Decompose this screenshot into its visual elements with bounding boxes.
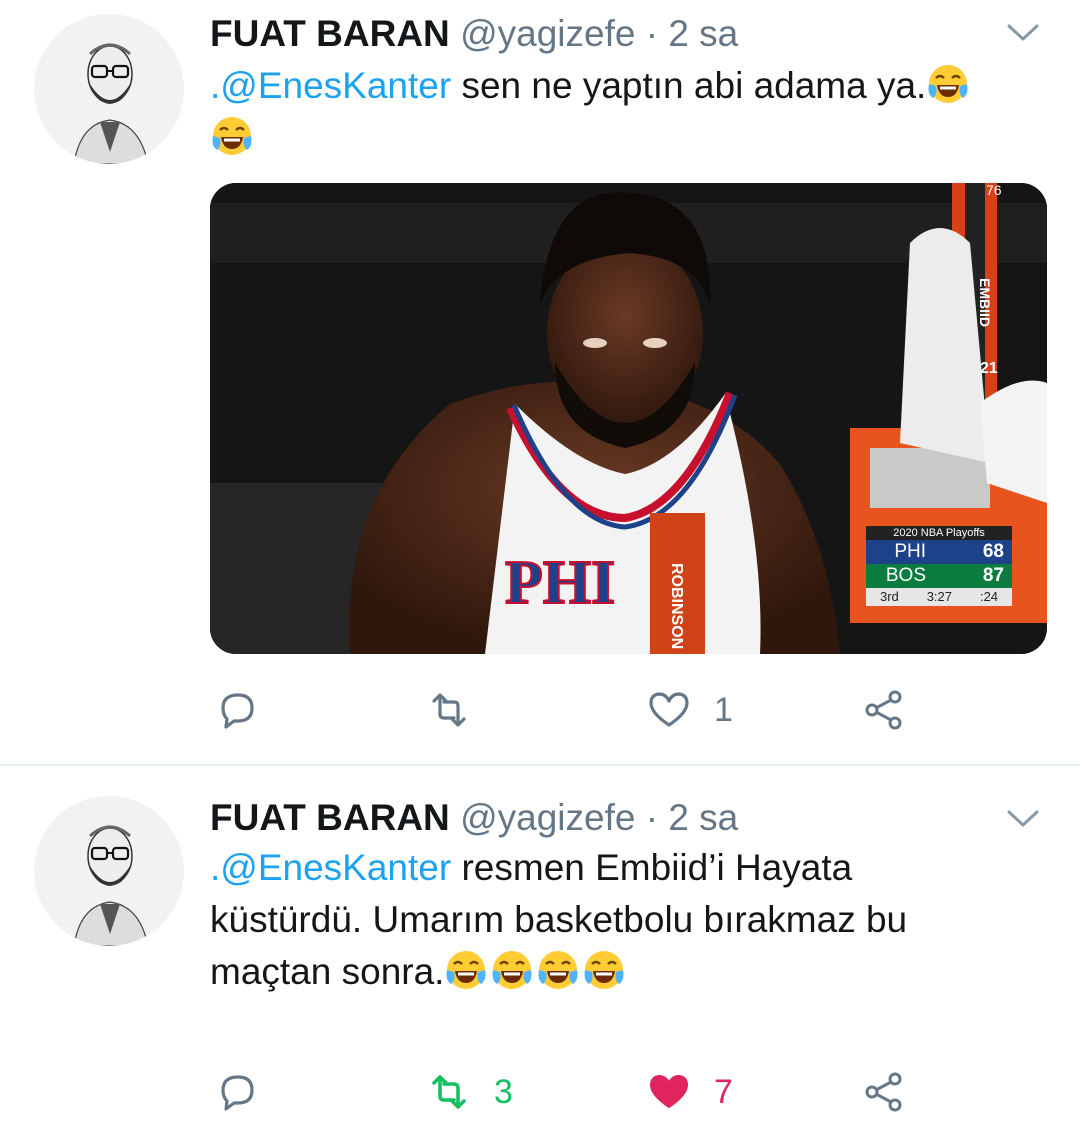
share-icon (865, 1072, 902, 1112)
retweet-count: 3 (494, 1072, 513, 1111)
like-count: 1 (714, 690, 733, 729)
svg-text:21: 21 (980, 360, 998, 377)
tweet-text: .@EnesKanter resmen Embiid’i Hayata küst… (210, 842, 1040, 998)
avatar[interactable] (34, 796, 184, 946)
chevron-down-icon[interactable] (1006, 806, 1040, 830)
tweet-actions: 1 (0, 680, 1080, 740)
author-handle[interactable]: @yagizefe (460, 797, 635, 838)
share-button[interactable] (862, 1062, 908, 1122)
laughing-emoji-icon (536, 948, 580, 992)
tweet-time: · 2 sa (645, 797, 739, 838)
author-name[interactable]: FUAT BARAN (210, 797, 450, 838)
tweet-body-line3: maçtan sonra. (210, 951, 445, 992)
shot-clock: :24 (979, 589, 999, 604)
tweet-body-line2: küstürdü. Umarım basketbolu bırakmaz bu (210, 899, 908, 940)
scoreboard: 2020 NBA Playoffs PHI 68 BOS 87 3rd 3:27… (866, 526, 1012, 606)
laughing-emoji-icon (210, 114, 254, 158)
like-button[interactable]: 1 (646, 680, 733, 740)
retweet-icon (432, 1075, 466, 1109)
like-button[interactable]: 7 (646, 1062, 733, 1122)
reply-icon (221, 1075, 254, 1111)
tweet[interactable]: FUAT BARAN @yagizefe · 2 sa .@EnesKanter… (0, 0, 1080, 766)
author-handle[interactable]: @yagizefe (460, 13, 635, 54)
laughing-emoji-icon (926, 62, 970, 106)
reply-icon (221, 693, 254, 729)
share-icon (865, 690, 902, 730)
tweet[interactable]: FUAT BARAN @yagizefe · 2 sa .@EnesKanter… (0, 766, 1080, 1113)
tweet-time: · 2 sa (645, 13, 739, 54)
laughing-emoji-icon (582, 948, 626, 992)
tweet-text: .@EnesKanter sen ne yaptın abi adama ya. (210, 60, 1040, 164)
team1-score: 68 (982, 541, 1004, 562)
laughing-emoji-icon (444, 948, 488, 992)
tweet-media-image[interactable]: 76 EMBIID 21 PHI ROBINSON 2020 NBA Playo… (210, 183, 1047, 654)
reply-button[interactable] (214, 1062, 260, 1122)
retweet-icon (432, 693, 466, 727)
game-period: 3rd (879, 589, 899, 604)
author-name[interactable]: FUAT BARAN (210, 13, 450, 54)
tweet-actions: 3 7 (0, 1062, 1080, 1122)
game-clock: 3:27 (926, 589, 953, 604)
team2-name: BOS (885, 565, 926, 586)
heart-icon (649, 692, 689, 727)
avatar-sketch (34, 14, 184, 164)
like-count: 7 (714, 1072, 733, 1111)
svg-text:76: 76 (986, 183, 1002, 198)
heart-filled-icon (650, 1075, 688, 1108)
tweet-body: sen ne yaptın abi adama ya. (451, 65, 927, 106)
tweet-body-line1: resmen Embiid’i Hayata (451, 847, 853, 888)
tweet-header: FUAT BARAN @yagizefe · 2 sa (210, 796, 738, 840)
mention-link[interactable]: .@EnesKanter (210, 847, 451, 888)
avatar[interactable] (34, 14, 184, 164)
scoreboard-title: 2020 NBA Playoffs (866, 526, 1012, 540)
team1-name: PHI (894, 541, 926, 562)
tweet-header: FUAT BARAN @yagizefe · 2 sa (210, 12, 738, 56)
retweet-button[interactable] (426, 680, 472, 740)
chevron-down-icon[interactable] (1006, 20, 1040, 44)
retweet-button[interactable]: 3 (426, 1062, 513, 1122)
laughing-emoji-icon (490, 948, 534, 992)
svg-text:PHI: PHI (505, 549, 615, 617)
team2-score: 87 (982, 565, 1004, 586)
svg-text:EMBIID: EMBIID (977, 278, 993, 327)
reply-button[interactable] (214, 680, 260, 740)
mention-link[interactable]: .@EnesKanter (210, 65, 451, 106)
share-button[interactable] (862, 680, 908, 740)
svg-text:ROBINSON: ROBINSON (668, 563, 685, 649)
avatar-sketch (34, 796, 184, 946)
